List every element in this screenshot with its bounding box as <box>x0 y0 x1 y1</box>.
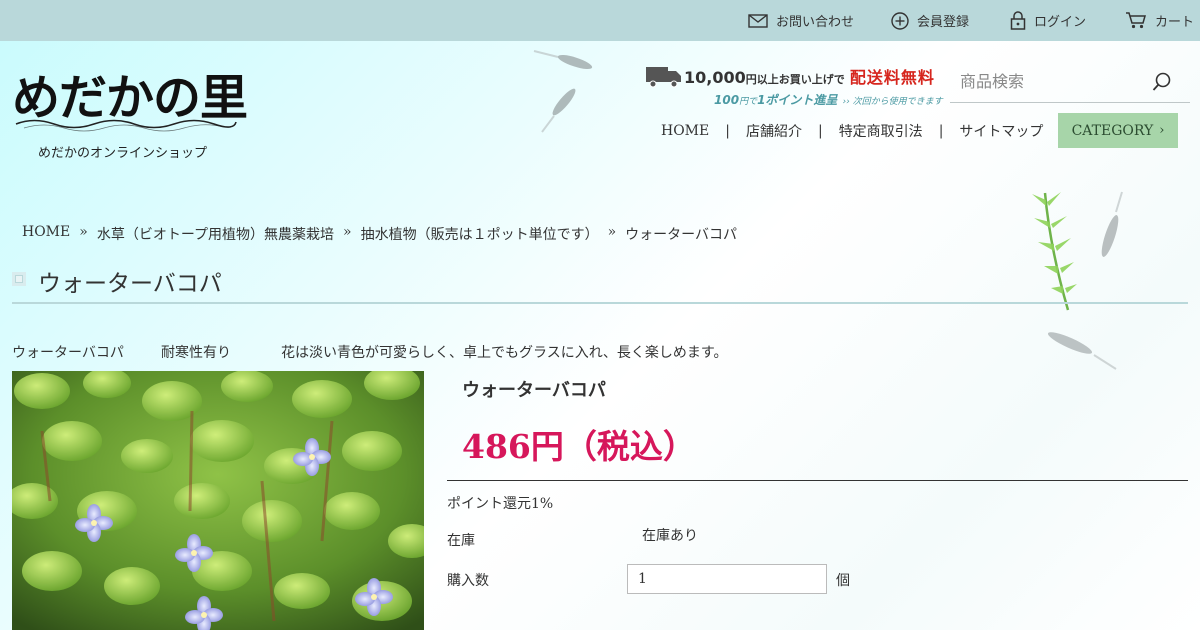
shipping-threshold-suffix: 円以上お買い上げで <box>745 73 845 86</box>
mail-icon <box>748 13 768 28</box>
cart-icon <box>1126 12 1146 29</box>
product-search <box>950 60 1190 103</box>
product-photo[interactable] <box>12 371 424 630</box>
free-shipping-banner: 10,000円以上お買い上げで 配送料無料 100円で1ポイント進呈 ›› 次回… <box>646 62 943 107</box>
breadcrumb: HOME » 水草（ビオトープ用植物）無農薬栽培 » 抽水植物（販売は１ポット単… <box>22 224 737 244</box>
nav-legal[interactable]: 特定商取引法 <box>839 121 923 141</box>
description-name: ウォーターバコパ <box>12 345 124 361</box>
nav-sitemap[interactable]: サイトマップ <box>959 121 1043 141</box>
login-link[interactable]: ログイン <box>1010 0 1086 41</box>
description-text: 花は淡い青色が可愛らしく、卓上でもグラスに入れ、長く楽しめます。 <box>281 345 728 361</box>
site-logo[interactable]: めだかの里 めだかのオンラインショップ <box>12 58 248 168</box>
shipping-threshold: 10,000 <box>684 68 746 87</box>
category-button[interactable]: CATEGORY › <box>1058 113 1178 148</box>
search-icon[interactable] <box>1152 72 1172 92</box>
cart-link[interactable]: カート <box>1125 0 1194 41</box>
breadcrumb-separator: » <box>79 224 88 240</box>
breadcrumb-separator: » <box>607 224 617 240</box>
bacopa-photo-image <box>12 371 424 630</box>
product-name: ウォーターバコパ <box>462 380 606 401</box>
page-title: ウォーターバコパ <box>38 271 222 297</box>
stock-label: 在庫 <box>447 533 475 549</box>
breadcrumb-current: ウォーターバコパ <box>625 227 738 243</box>
breadcrumb-emergent-plants[interactable]: 抽水植物（販売は１ポット単位です） <box>361 224 599 244</box>
search-input[interactable] <box>950 60 1150 102</box>
cart-label: カート <box>1155 15 1195 30</box>
chevron-right-icon: › <box>1159 123 1165 138</box>
free-shipping-text: 配送料無料 <box>849 68 935 87</box>
utility-bar: お問い合わせ 会員登録 ログイン カート <box>0 0 1200 41</box>
medaka-fish-icon <box>533 50 593 133</box>
contact-label: お問い合わせ <box>776 15 855 30</box>
points-value: 1ポイント進呈 <box>757 93 838 107</box>
contact-link[interactable]: お問い合わせ <box>748 0 854 41</box>
login-label: ログイン <box>1034 15 1087 30</box>
nav-separator: | <box>817 123 823 139</box>
page-title-bar: ウォーターバコパ <box>12 262 1188 304</box>
points-note: ›› 次回から使用できます <box>842 97 943 107</box>
plus-circle-icon <box>891 11 909 30</box>
category-label: CATEGORY <box>1071 122 1154 139</box>
quantity-input[interactable] <box>627 564 827 594</box>
stock-value: 在庫あり <box>642 528 698 544</box>
quantity-label: 購入数 <box>447 573 489 589</box>
logo-subtitle: めだかのオンラインショップ <box>38 146 208 161</box>
points-amount: 100 <box>714 93 740 107</box>
points-rate: ポイント還元1% <box>447 496 554 512</box>
description-hardiness: 耐寒性有り <box>161 345 231 361</box>
nav-separator: | <box>725 123 730 139</box>
truck-icon <box>646 67 681 88</box>
breadcrumb-separator: » <box>343 224 352 240</box>
breadcrumb-aquatic-plants[interactable]: 水草（ビオトープ用植物）無農薬栽培 <box>97 224 334 244</box>
nav-separator: | <box>938 123 944 139</box>
title-square-icon <box>12 272 26 286</box>
breadcrumb-home[interactable]: HOME <box>22 224 70 244</box>
nav-home[interactable]: HOME <box>661 123 709 139</box>
nav-store-info[interactable]: 店舗紹介 <box>746 121 802 141</box>
medaka-fish-icon <box>1101 191 1123 257</box>
lock-icon <box>1010 11 1026 30</box>
main-nav: HOME | 店舗紹介 | 特定商取引法 | サイトマップ <box>661 116 1043 146</box>
points-mid: 円で <box>739 97 758 107</box>
logo-wave <box>15 119 237 132</box>
price-divider <box>447 480 1188 481</box>
register-link[interactable]: 会員登録 <box>891 0 969 41</box>
register-label: 会員登録 <box>917 15 970 30</box>
quantity-unit: 個 <box>836 573 850 589</box>
product-description: ウォーターバコパ 耐寒性有り 花は淡い青色が可愛らしく、卓上でもグラスに入れ、長く楽… <box>12 342 727 362</box>
medaka-fish-icon <box>1047 332 1117 370</box>
product-price: 486円（税込） <box>462 427 696 466</box>
